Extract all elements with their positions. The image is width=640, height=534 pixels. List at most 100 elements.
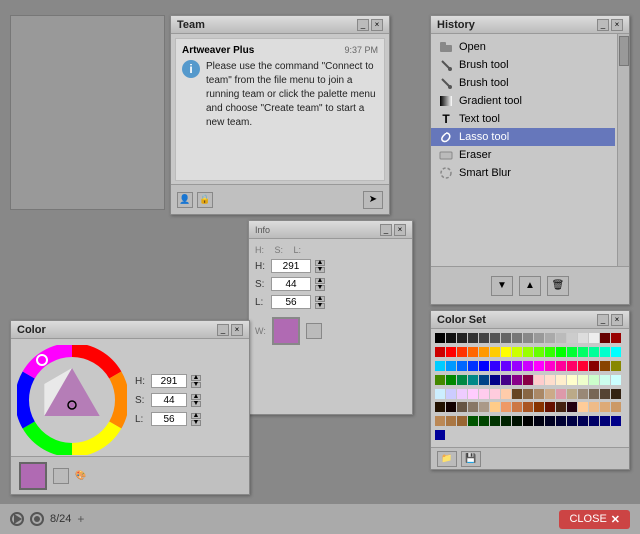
color-swatch[interactable] (457, 361, 467, 371)
color-swatch[interactable] (523, 347, 533, 357)
color-panel-large-header[interactable]: Color _ × (11, 321, 249, 339)
color-swatch[interactable] (534, 375, 544, 385)
color-swatch[interactable] (611, 389, 621, 399)
color-large-l-down[interactable]: ▼ (191, 420, 201, 426)
color-swatch[interactable] (490, 347, 500, 357)
color-swatch[interactable] (567, 389, 577, 399)
history-item[interactable]: Gradient tool (431, 92, 615, 110)
colorset-load-btn[interactable]: 📁 (437, 451, 457, 467)
color-swatch[interactable] (611, 402, 621, 412)
color-info-close-btn[interactable]: × (394, 224, 406, 236)
color-swatch[interactable] (545, 375, 555, 385)
color-swatch[interactable] (479, 416, 489, 426)
history-item[interactable]: Open (431, 38, 615, 56)
color-swatch[interactable] (611, 361, 621, 371)
color-swatch[interactable] (589, 333, 599, 343)
play-button[interactable] (10, 512, 24, 526)
color-swatch[interactable] (545, 389, 555, 399)
color-swatch[interactable] (567, 333, 577, 343)
color-swatch[interactable] (567, 375, 577, 385)
color-swatch[interactable] (446, 416, 456, 426)
color-swatch[interactable] (479, 333, 489, 343)
color-swatch[interactable] (501, 361, 511, 371)
color-large-h-input[interactable] (151, 374, 187, 388)
color-swatch[interactable] (589, 402, 599, 412)
color-swatch[interactable] (578, 389, 588, 399)
color-swatch[interactable] (534, 402, 544, 412)
color-swatch[interactable] (512, 333, 522, 343)
history-item[interactable]: Brush tool (431, 74, 615, 92)
color-swatch[interactable] (490, 402, 500, 412)
color-swatch[interactable] (479, 361, 489, 371)
color-swatch[interactable] (479, 347, 489, 357)
color-swatch[interactable] (435, 347, 445, 357)
color-swatch[interactable] (435, 361, 445, 371)
color-swatch[interactable] (545, 333, 555, 343)
color-swatch[interactable] (534, 389, 544, 399)
color-swatch[interactable] (446, 389, 456, 399)
color-swatch[interactable] (556, 361, 566, 371)
color-swatch[interactable] (468, 347, 478, 357)
color-swatch[interactable] (446, 347, 456, 357)
history-scrollbar[interactable] (617, 34, 629, 266)
team-close-btn[interactable]: × (371, 19, 383, 31)
color-info-h-up[interactable]: ▲ (315, 260, 325, 266)
color-swatch[interactable] (611, 375, 621, 385)
color-swatch[interactable] (435, 416, 445, 426)
team-minimize-btn[interactable]: _ (357, 19, 369, 31)
color-swatch[interactable] (512, 389, 522, 399)
color-swatch[interactable] (446, 402, 456, 412)
color-swatch[interactable] (600, 402, 610, 412)
color-info-l-up[interactable]: ▲ (315, 296, 325, 302)
color-large-icon1[interactable] (53, 468, 69, 484)
colorset-panel-header[interactable]: Color Set _ × (431, 311, 629, 329)
color-info-l-input[interactable] (271, 295, 311, 309)
color-swatch[interactable] (501, 333, 511, 343)
record-button[interactable] (30, 512, 44, 526)
color-swatch[interactable] (468, 333, 478, 343)
color-large-l-input[interactable] (151, 412, 187, 426)
color-swatch[interactable] (556, 333, 566, 343)
color-swatch[interactable] (589, 389, 599, 399)
color-info-l-down[interactable]: ▼ (315, 303, 325, 309)
color-swatch[interactable] (457, 333, 467, 343)
color-swatch[interactable] (556, 389, 566, 399)
color-swatch[interactable] (578, 361, 588, 371)
history-close-btn[interactable]: × (611, 19, 623, 31)
color-swatch[interactable] (600, 347, 610, 357)
color-swatch[interactable] (523, 375, 533, 385)
color-info-s-up[interactable]: ▲ (315, 278, 325, 284)
color-swatch[interactable] (545, 402, 555, 412)
color-swatch[interactable] (600, 416, 610, 426)
color-large-close-btn[interactable]: × (231, 324, 243, 336)
color-swatch[interactable] (490, 361, 500, 371)
color-swatch[interactable] (468, 416, 478, 426)
team-send-btn[interactable]: ➤ (363, 191, 383, 209)
color-swatch[interactable] (600, 361, 610, 371)
color-swatch[interactable] (512, 402, 522, 412)
color-swatch[interactable] (446, 333, 456, 343)
color-swatch[interactable] (600, 333, 610, 343)
color-swatch[interactable] (468, 402, 478, 412)
color-swatch[interactable] (611, 333, 621, 343)
color-swatch[interactable] (435, 333, 445, 343)
color-swatch[interactable] (578, 402, 588, 412)
color-swatch[interactable] (501, 375, 511, 385)
color-swatch[interactable] (435, 430, 445, 440)
close-button[interactable]: CLOSE ✕ (559, 510, 630, 529)
color-swatch[interactable] (490, 389, 500, 399)
color-swatch[interactable] (567, 402, 577, 412)
color-swatch[interactable] (457, 416, 467, 426)
color-swatch[interactable] (512, 375, 522, 385)
color-swatch[interactable] (534, 333, 544, 343)
color-swatch[interactable] (490, 333, 500, 343)
color-swatch[interactable] (556, 347, 566, 357)
color-swatch[interactable] (446, 375, 456, 385)
color-swatch[interactable] (457, 402, 467, 412)
colorset-close-btn[interactable]: × (611, 314, 623, 326)
color-large-s-down[interactable]: ▼ (191, 401, 201, 407)
color-large-s-input[interactable] (151, 393, 187, 407)
color-swatch[interactable] (501, 402, 511, 412)
color-swatch[interactable] (490, 416, 500, 426)
color-swatch[interactable] (523, 361, 533, 371)
